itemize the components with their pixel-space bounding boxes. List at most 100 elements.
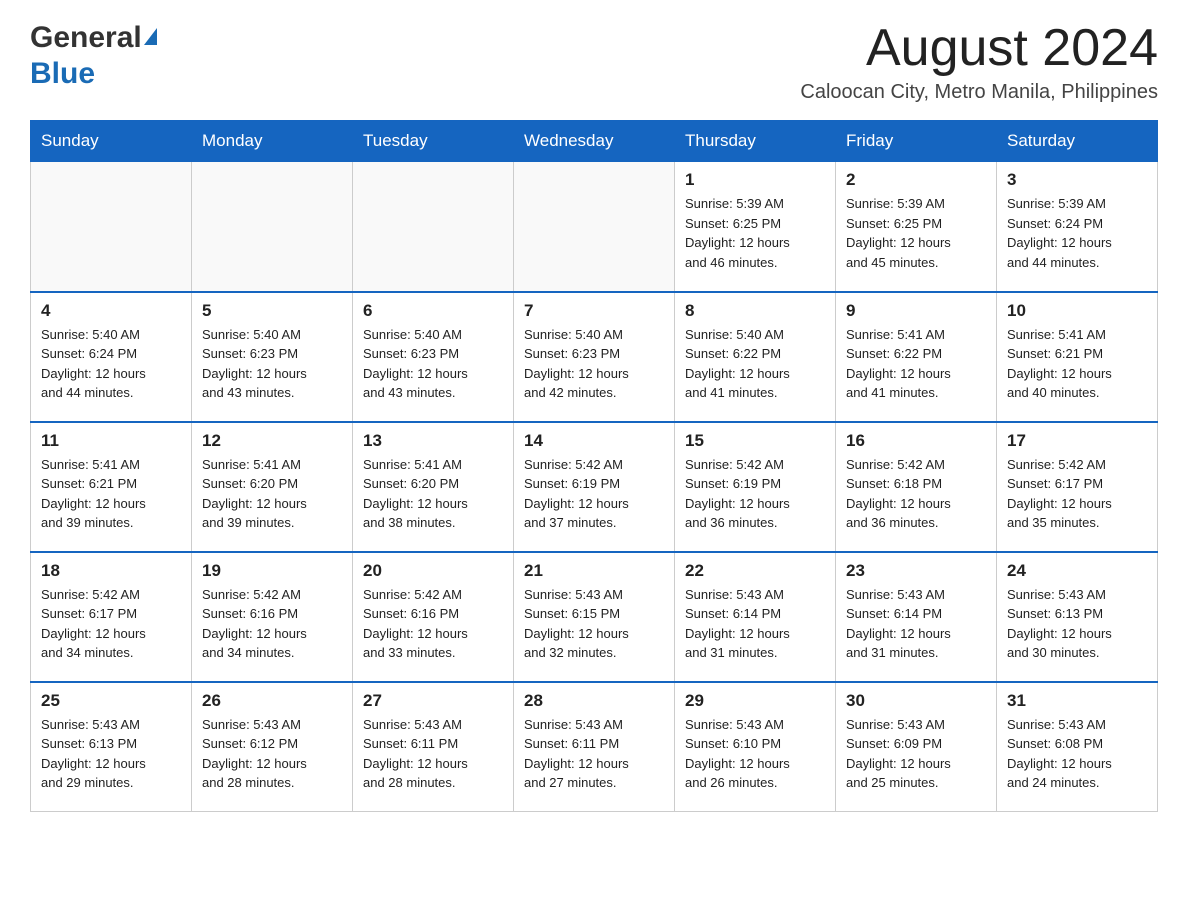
calendar-header-friday: Friday — [836, 121, 997, 162]
day-number: 29 — [685, 691, 825, 711]
day-info: Sunrise: 5:42 AM Sunset: 6:18 PM Dayligh… — [846, 455, 986, 533]
day-info: Sunrise: 5:41 AM Sunset: 6:20 PM Dayligh… — [363, 455, 503, 533]
calendar-header-thursday: Thursday — [675, 121, 836, 162]
day-number: 26 — [202, 691, 342, 711]
calendar-cell: 4Sunrise: 5:40 AM Sunset: 6:24 PM Daylig… — [31, 292, 192, 422]
logo-general: General — [30, 20, 142, 56]
calendar-cell: 15 Sunrise: 5:42 AM Sunset: 6:19 PM Dayli… — [675, 422, 836, 552]
calendar-header-saturday: Saturday — [997, 121, 1158, 162]
calendar-cell: 12 Sunrise: 5:41 AM Sunset: 6:20 PM Dayli… — [192, 422, 353, 552]
month-title: August 2024 — [800, 20, 1158, 77]
calendar-cell: 25 Sunrise: 5:43 AM Sunset: 6:13 PM Dayli… — [31, 682, 192, 812]
day-number: 24 — [1007, 561, 1147, 581]
calendar-week-row: 25 Sunrise: 5:43 AM Sunset: 6:13 PM Dayli… — [31, 682, 1158, 812]
day-number: 17 — [1007, 431, 1147, 451]
calendar-cell — [514, 162, 675, 292]
calendar-cell: 5Sunrise: 5:40 AM Sunset: 6:23 PM Daylig… — [192, 292, 353, 422]
day-number: 30 — [846, 691, 986, 711]
calendar-cell: 11Sunrise: 5:41 AM Sunset: 6:21 PM Dayli… — [31, 422, 192, 552]
day-info: Sunrise: 5:42 AM Sunset: 6:16 PM Dayligh… — [202, 585, 342, 663]
calendar-week-row: 11Sunrise: 5:41 AM Sunset: 6:21 PM Dayli… — [31, 422, 1158, 552]
calendar-cell: 1Sunrise: 5:39 AM Sunset: 6:25 PM Daylig… — [675, 162, 836, 292]
day-info: Sunrise: 5:43 AM Sunset: 6:12 PM Dayligh… — [202, 715, 342, 793]
calendar-cell: 10Sunrise: 5:41 AM Sunset: 6:21 PM Dayli… — [997, 292, 1158, 422]
day-number: 3 — [1007, 170, 1147, 190]
calendar-cell: 24 Sunrise: 5:43 AM Sunset: 6:13 PM Dayli… — [997, 552, 1158, 682]
header: General Blue August 2024 Caloocan City, … — [30, 20, 1158, 104]
calendar-cell: 30Sunrise: 5:43 AM Sunset: 6:09 PM Dayli… — [836, 682, 997, 812]
calendar-cell: 23 Sunrise: 5:43 AM Sunset: 6:14 PM Dayli… — [836, 552, 997, 682]
calendar-cell: 19 Sunrise: 5:42 AM Sunset: 6:16 PM Dayli… — [192, 552, 353, 682]
day-info: Sunrise: 5:39 AM Sunset: 6:24 PM Dayligh… — [1007, 194, 1147, 272]
day-number: 19 — [202, 561, 342, 581]
day-info: Sunrise: 5:43 AM Sunset: 6:13 PM Dayligh… — [1007, 585, 1147, 663]
day-info: Sunrise: 5:43 AM Sunset: 6:10 PM Dayligh… — [685, 715, 825, 793]
calendar-cell: 18 Sunrise: 5:42 AM Sunset: 6:17 PM Dayli… — [31, 552, 192, 682]
calendar-table: SundayMondayTuesdayWednesdayThursdayFrid… — [30, 120, 1158, 812]
day-number: 20 — [363, 561, 503, 581]
day-info: Sunrise: 5:41 AM Sunset: 6:20 PM Dayligh… — [202, 455, 342, 533]
calendar-cell: 16 Sunrise: 5:42 AM Sunset: 6:18 PM Dayli… — [836, 422, 997, 552]
calendar-cell: 17 Sunrise: 5:42 AM Sunset: 6:17 PM Dayli… — [997, 422, 1158, 552]
calendar-cell: 6 Sunrise: 5:40 AM Sunset: 6:23 PM Daylig… — [353, 292, 514, 422]
day-info: Sunrise: 5:40 AM Sunset: 6:23 PM Dayligh… — [524, 325, 664, 403]
calendar-cell: 2Sunrise: 5:39 AM Sunset: 6:25 PM Daylig… — [836, 162, 997, 292]
day-info: Sunrise: 5:42 AM Sunset: 6:16 PM Dayligh… — [363, 585, 503, 663]
calendar-cell: 3 Sunrise: 5:39 AM Sunset: 6:24 PM Daylig… — [997, 162, 1158, 292]
day-number: 16 — [846, 431, 986, 451]
logo: General Blue — [30, 20, 157, 92]
day-info: Sunrise: 5:40 AM Sunset: 6:23 PM Dayligh… — [363, 325, 503, 403]
day-number: 15 — [685, 431, 825, 451]
day-number: 21 — [524, 561, 664, 581]
calendar-cell: 8 Sunrise: 5:40 AM Sunset: 6:22 PM Daylig… — [675, 292, 836, 422]
calendar-cell: 31Sunrise: 5:43 AM Sunset: 6:08 PM Dayli… — [997, 682, 1158, 812]
day-info: Sunrise: 5:42 AM Sunset: 6:17 PM Dayligh… — [1007, 455, 1147, 533]
calendar-cell — [31, 162, 192, 292]
logo-arrow-icon — [144, 28, 157, 45]
day-info: Sunrise: 5:43 AM Sunset: 6:11 PM Dayligh… — [524, 715, 664, 793]
day-number: 14 — [524, 431, 664, 451]
calendar-week-row: 18 Sunrise: 5:42 AM Sunset: 6:17 PM Dayli… — [31, 552, 1158, 682]
calendar-header-tuesday: Tuesday — [353, 121, 514, 162]
day-number: 8 — [685, 301, 825, 321]
day-info: Sunrise: 5:42 AM Sunset: 6:17 PM Dayligh… — [41, 585, 181, 663]
day-number: 25 — [41, 691, 181, 711]
day-info: Sunrise: 5:43 AM Sunset: 6:13 PM Dayligh… — [41, 715, 181, 793]
day-info: Sunrise: 5:43 AM Sunset: 6:08 PM Dayligh… — [1007, 715, 1147, 793]
calendar-cell: 26 Sunrise: 5:43 AM Sunset: 6:12 PM Dayli… — [192, 682, 353, 812]
calendar-cell: 9Sunrise: 5:41 AM Sunset: 6:22 PM Daylig… — [836, 292, 997, 422]
day-number: 13 — [363, 431, 503, 451]
day-info: Sunrise: 5:40 AM Sunset: 6:22 PM Dayligh… — [685, 325, 825, 403]
location: Caloocan City, Metro Manila, Philippines — [800, 81, 1158, 104]
calendar-header-monday: Monday — [192, 121, 353, 162]
day-info: Sunrise: 5:43 AM Sunset: 6:11 PM Dayligh… — [363, 715, 503, 793]
calendar-cell — [192, 162, 353, 292]
calendar-cell: 14 Sunrise: 5:42 AM Sunset: 6:19 PM Dayli… — [514, 422, 675, 552]
calendar-cell: 20 Sunrise: 5:42 AM Sunset: 6:16 PM Dayli… — [353, 552, 514, 682]
day-info: Sunrise: 5:42 AM Sunset: 6:19 PM Dayligh… — [524, 455, 664, 533]
day-number: 27 — [363, 691, 503, 711]
calendar-cell: 7Sunrise: 5:40 AM Sunset: 6:23 PM Daylig… — [514, 292, 675, 422]
calendar-cell: 22 Sunrise: 5:43 AM Sunset: 6:14 PM Dayli… — [675, 552, 836, 682]
day-number: 18 — [41, 561, 181, 581]
day-number: 11 — [41, 431, 181, 451]
day-number: 12 — [202, 431, 342, 451]
day-number: 23 — [846, 561, 986, 581]
day-number: 9 — [846, 301, 986, 321]
logo-blue: Blue — [30, 57, 95, 90]
day-number: 6 — [363, 301, 503, 321]
day-info: Sunrise: 5:40 AM Sunset: 6:24 PM Dayligh… — [41, 325, 181, 403]
day-info: Sunrise: 5:43 AM Sunset: 6:14 PM Dayligh… — [685, 585, 825, 663]
calendar-cell: 28Sunrise: 5:43 AM Sunset: 6:11 PM Dayli… — [514, 682, 675, 812]
title-area: August 2024 Caloocan City, Metro Manila,… — [800, 20, 1158, 104]
calendar-week-row: 1Sunrise: 5:39 AM Sunset: 6:25 PM Daylig… — [31, 162, 1158, 292]
day-info: Sunrise: 5:42 AM Sunset: 6:19 PM Dayligh… — [685, 455, 825, 533]
day-info: Sunrise: 5:39 AM Sunset: 6:25 PM Dayligh… — [846, 194, 986, 272]
day-info: Sunrise: 5:43 AM Sunset: 6:14 PM Dayligh… — [846, 585, 986, 663]
calendar-cell: 21Sunrise: 5:43 AM Sunset: 6:15 PM Dayli… — [514, 552, 675, 682]
calendar-cell: 13 Sunrise: 5:41 AM Sunset: 6:20 PM Dayli… — [353, 422, 514, 552]
day-number: 10 — [1007, 301, 1147, 321]
day-number: 22 — [685, 561, 825, 581]
calendar-header-sunday: Sunday — [31, 121, 192, 162]
calendar-cell: 27 Sunrise: 5:43 AM Sunset: 6:11 PM Dayli… — [353, 682, 514, 812]
